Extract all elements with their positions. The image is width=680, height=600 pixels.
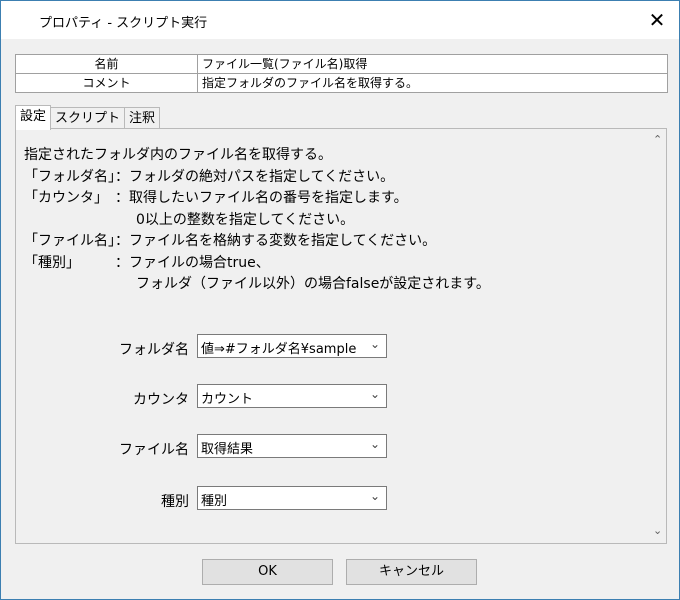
name-value[interactable]: ファイル一覧(ファイル名)取得 — [198, 55, 667, 73]
chevron-down-icon[interactable]: ⌄ — [370, 337, 380, 351]
settings-panel: 指定されたフォルダ内のファイル名を取得する。「フォルダ名」：フォルダの絶対パスを… — [15, 128, 667, 544]
chevron-down-icon[interactable]: ⌄ — [370, 489, 380, 503]
file-name-combo[interactable]: 取得結果 ⌄ — [197, 434, 387, 458]
description-line: 「種別」 ：ファイルの場合true、 — [24, 254, 270, 271]
file-name-value: 取得結果 — [201, 442, 254, 457]
counter-value: カウント — [201, 392, 254, 407]
chevron-down-icon[interactable]: ⌄ — [370, 437, 380, 451]
title-bar: プロパティ - スクリプト実行 ✕ — [1, 1, 679, 39]
folder-name-combo[interactable]: 値⇒#フォルダ名¥sample ⌄ — [197, 334, 387, 358]
chevron-down-icon[interactable]: ⌄ — [370, 387, 380, 401]
type-value: 種別 — [201, 494, 228, 509]
properties-dialog: プロパティ - スクリプト実行 ✕ 名前 ファイル一覧(ファイル名)取得 コメン… — [0, 0, 680, 600]
ok-button[interactable]: OK — [202, 559, 333, 585]
counter-label: カウンタ — [133, 392, 189, 408]
folder-name-value: 値⇒#フォルダ名¥sample — [201, 342, 357, 357]
vertical-scrollbar[interactable]: ⌃ ⌄ — [650, 129, 666, 543]
property-row-name: 名前 ファイル一覧(ファイル名)取得 — [16, 55, 667, 74]
description-line: 「フォルダ名」：フォルダの絶対パスを指定してください。 — [24, 168, 395, 185]
tab-bar: 設定 スクリプト 注釈 — [15, 105, 161, 130]
property-key: コメント — [16, 74, 198, 92]
description-line: 指定されたフォルダ内のファイル名を取得する。 — [24, 147, 332, 163]
description-line: フォルダ（ファイル以外）の場合falseが設定されます。 — [24, 276, 490, 292]
close-icon[interactable]: ✕ — [643, 7, 671, 33]
comment-value[interactable]: 指定フォルダのファイル名を取得する。 — [198, 74, 667, 92]
description-line: 0以上の整数を指定してください。 — [24, 211, 355, 228]
property-key: 名前 — [16, 55, 198, 73]
property-row-comment: コメント 指定フォルダのファイル名を取得する。 — [16, 74, 667, 92]
folder-name-label: フォルダ名 — [119, 342, 189, 358]
description-line: 「カウンタ」 ：取得したいファイル名の番号を指定します。 — [24, 190, 408, 206]
counter-combo[interactable]: カウント ⌄ — [197, 384, 387, 408]
tab-notes[interactable]: 注釈 — [124, 107, 161, 130]
tab-script[interactable]: スクリプト — [50, 107, 126, 130]
cancel-button[interactable]: キャンセル — [346, 559, 477, 585]
description-text: 指定されたフォルダ内のファイル名を取得する。「フォルダ名」：フォルダの絶対パスを… — [24, 145, 490, 296]
scroll-down-icon[interactable]: ⌄ — [653, 524, 662, 537]
type-label: 種別 — [161, 494, 189, 510]
file-name-label: ファイル名 — [119, 442, 189, 458]
scroll-up-icon[interactable]: ⌃ — [653, 133, 662, 146]
description-line: 「ファイル名」：ファイル名を格納する変数を指定してください。 — [24, 233, 437, 249]
window-title: プロパティ - スクリプト実行 — [39, 16, 208, 31]
tab-settings[interactable]: 設定 — [15, 105, 52, 130]
type-combo[interactable]: 種別 ⌄ — [197, 486, 387, 510]
property-table: 名前 ファイル一覧(ファイル名)取得 コメント 指定フォルダのファイル名を取得す… — [15, 54, 668, 93]
